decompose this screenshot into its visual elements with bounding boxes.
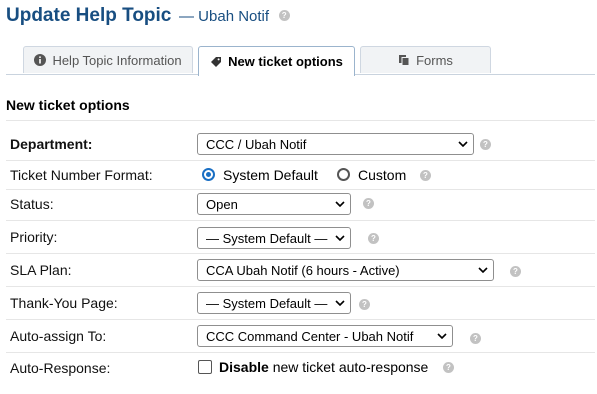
- divider: [6, 352, 595, 353]
- divider: [6, 319, 595, 320]
- chevron-down-icon: [335, 235, 345, 241]
- department-select[interactable]: CCC / Ubah Notif: [197, 133, 474, 155]
- auto-assign-value: CCC Command Center - Ubah Notif: [206, 328, 414, 344]
- radio-system-default-label: System Default: [223, 167, 318, 183]
- auto-response-label: Auto-Response:: [10, 360, 111, 376]
- auto-assign-label: Auto-assign To:: [10, 328, 107, 344]
- info-icon: [34, 54, 47, 66]
- disable-auto-response-checkbox[interactable]: [198, 360, 212, 374]
- thank-you-page-value: — System Default —: [206, 295, 328, 311]
- chevron-down-icon: [335, 201, 345, 207]
- sla-plan-help-icon[interactable]: ?: [510, 266, 521, 277]
- department-help-icon[interactable]: ?: [480, 139, 491, 150]
- priority-help-icon[interactable]: ?: [368, 233, 379, 244]
- radio-custom-label: Custom: [358, 167, 407, 183]
- tab-new-ticket-options[interactable]: New ticket options: [198, 46, 355, 76]
- divider: [6, 253, 595, 254]
- checkbox-label-bold: Disable: [219, 359, 269, 375]
- auto-assign-select[interactable]: CCC Command Center - Ubah Notif: [197, 325, 453, 347]
- copy-icon: [399, 55, 410, 66]
- auto-response-checkbox-label: Disable new ticket auto-response: [219, 359, 428, 375]
- tab-bar: Help Topic Information New ticket option…: [6, 46, 595, 76]
- priority-select[interactable]: — System Default —: [197, 227, 351, 249]
- status-label: Status:: [10, 196, 54, 212]
- chevron-down-icon: [478, 267, 488, 273]
- thank-you-page-label: Thank-You Page:: [10, 295, 118, 311]
- divider: [6, 160, 595, 161]
- status-select[interactable]: Open: [197, 193, 351, 215]
- tab-label: Forms: [416, 52, 453, 68]
- priority-label: Priority:: [10, 229, 58, 245]
- ticket-number-format-label: Ticket Number Format:: [10, 167, 153, 183]
- divider: [6, 286, 595, 287]
- tab-label: New ticket options: [228, 54, 343, 69]
- page-title: Update Help Topic — Ubah Notif ?: [6, 5, 290, 27]
- radio-custom[interactable]: [337, 168, 350, 181]
- chevron-down-icon: [437, 333, 447, 339]
- radio-system-default[interactable]: [202, 168, 215, 181]
- thank-you-page-select[interactable]: — System Default —: [197, 292, 351, 314]
- department-label: Department:: [10, 136, 93, 152]
- divider: [6, 120, 595, 121]
- sla-plan-select[interactable]: CCA Ubah Notif (6 hours - Active): [197, 259, 494, 281]
- auto-assign-help-icon[interactable]: ?: [470, 333, 481, 344]
- tab-label: Help Topic Information: [52, 52, 182, 68]
- auto-response-help-icon[interactable]: ?: [443, 362, 454, 373]
- section-title: New ticket options: [6, 97, 130, 113]
- divider: [6, 189, 595, 190]
- priority-value: — System Default —: [206, 230, 328, 246]
- title-main: Update Help Topic: [6, 5, 172, 26]
- tag-icon: [211, 56, 222, 67]
- department-value: CCC / Ubah Notif: [206, 136, 307, 152]
- status-help-icon[interactable]: ?: [363, 198, 374, 209]
- sla-plan-value: CCA Ubah Notif (6 hours - Active): [206, 262, 400, 278]
- sla-plan-label: SLA Plan:: [10, 262, 72, 278]
- chevron-down-icon: [335, 300, 345, 306]
- ticket-number-format-help-icon[interactable]: ?: [420, 170, 431, 181]
- chevron-down-icon: [458, 141, 468, 147]
- help-icon[interactable]: ?: [278, 10, 290, 22]
- title-subtitle: — Ubah Notif: [179, 8, 270, 25]
- status-value: Open: [206, 196, 238, 212]
- tab-forms[interactable]: Forms: [360, 46, 491, 73]
- thank-you-page-help-icon[interactable]: ?: [359, 299, 370, 310]
- checkbox-label-text: new ticket auto-response: [272, 359, 429, 375]
- tab-help-topic-information[interactable]: Help Topic Information: [23, 46, 193, 73]
- divider: [6, 220, 595, 221]
